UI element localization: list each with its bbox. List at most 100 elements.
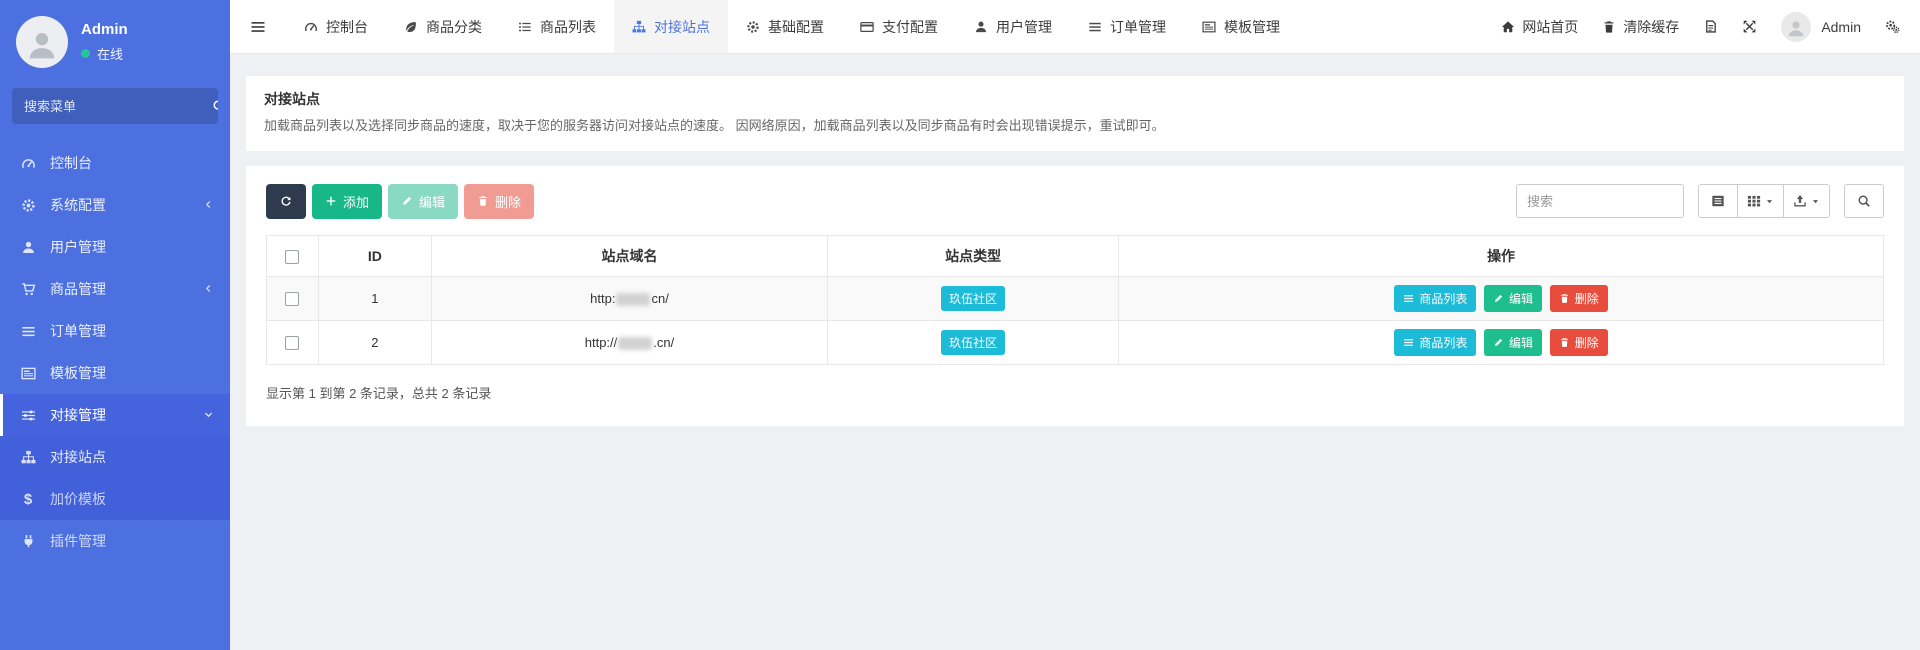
- row-checkbox[interactable]: [285, 292, 299, 306]
- user-icon: [19, 240, 37, 255]
- sidebar-item-label: 控制台: [50, 153, 92, 173]
- document-icon: [1703, 19, 1718, 34]
- sidebar-item-docking[interactable]: 对接管理: [0, 394, 230, 436]
- chevron-down-icon: [203, 409, 214, 422]
- select-all-checkbox[interactable]: [285, 250, 299, 264]
- detail-view-button[interactable]: [1698, 184, 1738, 218]
- trash-icon: [1559, 293, 1570, 304]
- pencil-icon: [1493, 293, 1504, 304]
- bars-icon: [1088, 20, 1102, 34]
- hamburger-icon: [250, 19, 266, 35]
- refresh-icon: [280, 195, 292, 207]
- delete-button-label: 删除: [495, 192, 521, 211]
- tab-label: 模板管理: [1224, 17, 1280, 37]
- caret-down-icon: [1765, 197, 1774, 206]
- site-home-link[interactable]: 网站首页: [1501, 17, 1578, 37]
- site-type-badge[interactable]: 玖伍社区: [941, 330, 1005, 355]
- pencil-icon: [401, 195, 413, 207]
- row-edit-button[interactable]: 编辑: [1484, 285, 1542, 312]
- tab-order-management[interactable]: 订单管理: [1070, 0, 1184, 53]
- domain-suffix: cn/: [651, 291, 668, 306]
- table-search-input[interactable]: [1516, 184, 1684, 218]
- sidebar-item-label: 用户管理: [50, 237, 106, 257]
- sidebar-item-goods[interactable]: 商品管理: [0, 268, 230, 310]
- tab-label: 商品分类: [426, 17, 482, 37]
- sidebar-search-button[interactable]: [212, 88, 218, 124]
- trash-icon: [1602, 20, 1616, 34]
- row-delete-button[interactable]: 删除: [1550, 285, 1608, 312]
- sidebar-item-templates[interactable]: 模板管理: [0, 352, 230, 394]
- language-button[interactable]: [1703, 19, 1718, 34]
- tab-payment-config[interactable]: 支付配置: [842, 0, 956, 53]
- delete-button-disabled[interactable]: 删除: [464, 184, 534, 219]
- sidebar-item-orders[interactable]: 订单管理: [0, 310, 230, 352]
- sidebar-item-docking-sites[interactable]: 对接站点: [0, 436, 230, 478]
- sidebar-search-input[interactable]: [12, 88, 212, 124]
- edit-button-disabled[interactable]: 编辑: [388, 184, 458, 219]
- export-button[interactable]: [1784, 184, 1830, 218]
- advanced-search-button[interactable]: [1844, 184, 1884, 218]
- expand-icon: [1742, 19, 1757, 34]
- site-type-badge[interactable]: 玖伍社区: [941, 286, 1005, 311]
- dollar-icon: $: [19, 491, 37, 508]
- fullscreen-button[interactable]: [1742, 19, 1757, 34]
- sidebar-item-system-config[interactable]: 系统配置: [0, 184, 230, 226]
- sidebar-item-markup-template[interactable]: $ 加价模板: [0, 478, 230, 520]
- tab-docking-sites[interactable]: 对接站点: [614, 0, 728, 53]
- tab-basic-config[interactable]: 基础配置: [728, 0, 842, 53]
- cart-icon: [19, 282, 37, 297]
- edit-button-label: 编辑: [419, 192, 445, 211]
- pencil-icon: [1493, 337, 1504, 348]
- refresh-button[interactable]: [266, 184, 306, 219]
- detail-view-icon: [1711, 194, 1725, 208]
- tab-label: 对接站点: [654, 17, 710, 37]
- goods-list-button[interactable]: 商品列表: [1394, 285, 1476, 312]
- settings-button[interactable]: [1885, 19, 1900, 34]
- user-name: Admin: [81, 21, 128, 38]
- trash-icon: [477, 195, 489, 207]
- columns-grid-icon: [1747, 194, 1761, 208]
- template-icon: [1202, 20, 1216, 34]
- sites-table: ID 站点域名 站点类型 操作 1 http:cn/ 玖伍社区 商品列表: [266, 235, 1884, 365]
- search-icon: [212, 99, 218, 113]
- pagination-summary: 显示第 1 到第 2 条记录，总共 2 条记录: [266, 383, 1884, 402]
- user-icon: [974, 20, 988, 34]
- goods-list-button[interactable]: 商品列表: [1394, 329, 1476, 356]
- user-menu[interactable]: Admin: [1781, 12, 1861, 42]
- cell-domain: http:cn/: [431, 276, 827, 320]
- caret-down-icon: [1811, 197, 1820, 206]
- sidebar-item-users[interactable]: 用户管理: [0, 226, 230, 268]
- tab-user-management[interactable]: 用户管理: [956, 0, 1070, 53]
- tab-dashboard[interactable]: 控制台: [286, 0, 386, 53]
- table-header-row: ID 站点域名 站点类型 操作: [267, 235, 1884, 276]
- clear-cache-link[interactable]: 清除缓存: [1602, 17, 1679, 37]
- gear-icon: [19, 198, 37, 213]
- cogs-icon: [1885, 19, 1900, 34]
- row-edit-label: 编辑: [1509, 290, 1533, 307]
- row-checkbox[interactable]: [285, 336, 299, 350]
- navbar-username: Admin: [1821, 19, 1861, 35]
- page-description: 加载商品列表以及选择同步商品的速度，取决于您的服务器访问对接站点的速度。 因网络…: [264, 116, 1886, 137]
- user-avatar[interactable]: [16, 16, 68, 68]
- table-view-button-group: [1698, 184, 1830, 218]
- row-edit-button[interactable]: 编辑: [1484, 329, 1542, 356]
- sidebar-item-plugins[interactable]: 插件管理: [0, 520, 230, 562]
- tab-goods-category[interactable]: 商品分类: [386, 0, 500, 53]
- export-icon: [1793, 194, 1807, 208]
- tab-label: 订单管理: [1110, 17, 1166, 37]
- person-icon: [1786, 19, 1806, 39]
- cell-id: 1: [318, 276, 431, 320]
- tab-template-management[interactable]: 模板管理: [1184, 0, 1298, 53]
- sidebar-item-dashboard[interactable]: 控制台: [0, 142, 230, 184]
- columns-button[interactable]: [1738, 184, 1784, 218]
- sidebar-toggle-button[interactable]: [230, 0, 286, 53]
- column-header-id: ID: [318, 235, 431, 276]
- sidebar-user-panel: Admin 在线: [0, 0, 230, 82]
- add-button[interactable]: 添加: [312, 184, 382, 219]
- list-icon: [518, 20, 532, 34]
- row-delete-button[interactable]: 删除: [1550, 329, 1608, 356]
- tab-goods-list[interactable]: 商品列表: [500, 0, 614, 53]
- bars-icon: [1403, 293, 1414, 304]
- page-title: 对接站点: [264, 89, 1886, 109]
- row-delete-label: 删除: [1575, 290, 1599, 307]
